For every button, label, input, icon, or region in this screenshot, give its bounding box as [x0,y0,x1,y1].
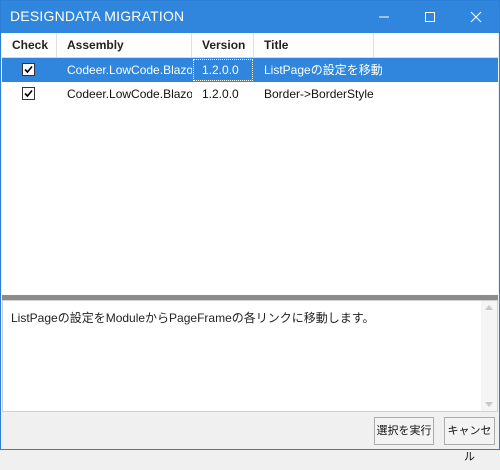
column-header-check[interactable]: Check [2,33,57,57]
column-header-version[interactable]: Version [192,33,254,57]
column-header-assembly[interactable]: Assembly [57,33,192,57]
description-scrollbar[interactable] [481,301,497,411]
row-checkbox[interactable] [22,63,35,76]
grid-header: Check Assembly Version Title [2,33,498,58]
scroll-up-icon[interactable] [485,305,493,310]
title-cell[interactable]: Border->BorderStyle [254,82,394,106]
version-cell[interactable]: 1.2.0.0 [192,82,254,106]
title-cell[interactable]: ListPageの設定を移動 [254,58,394,82]
column-header-title[interactable]: Title [254,33,374,57]
row-checkbox[interactable] [22,87,35,100]
check-cell[interactable] [2,82,57,106]
title-bar[interactable]: DESIGNDATA MIGRATION [1,1,499,33]
table-row[interactable]: Codeer.LowCode.Blazor 1.2.0.0 ListPageの設… [2,58,498,82]
assembly-cell[interactable]: Codeer.LowCode.Blazor [57,58,192,82]
cancel-button[interactable]: キャンセル [444,417,495,463]
description-box[interactable]: ListPageの設定をModuleからPageFrameの各リンクに移動します… [2,300,498,412]
scroll-down-icon[interactable] [485,402,493,407]
description-text: ListPageの設定をModuleからPageFrameの各リンクに移動します… [11,311,375,325]
minimize-button[interactable] [361,1,407,33]
maximize-button[interactable] [407,1,453,33]
table-row[interactable]: Codeer.LowCode.Blazor 1.2.0.0 Border->Bo… [2,82,498,106]
checkmark-icon [24,89,33,98]
assembly-cell[interactable]: Codeer.LowCode.Blazor [57,82,192,106]
maximize-icon [425,12,435,22]
migration-grid[interactable]: Check Assembly Version Title Codeer.LowC… [2,33,498,295]
close-button[interactable] [453,1,499,33]
close-icon [470,11,482,23]
checkmark-icon [24,65,33,74]
execute-selected-button[interactable]: 選択を実行 [374,417,434,445]
check-cell[interactable] [2,58,57,82]
migration-window: DESIGNDATA MIGRATION Check Assembly Vers… [0,0,500,463]
version-cell[interactable]: 1.2.0.0 [192,58,254,82]
window-title: DESIGNDATA MIGRATION [10,8,185,24]
minimize-icon [379,16,389,18]
